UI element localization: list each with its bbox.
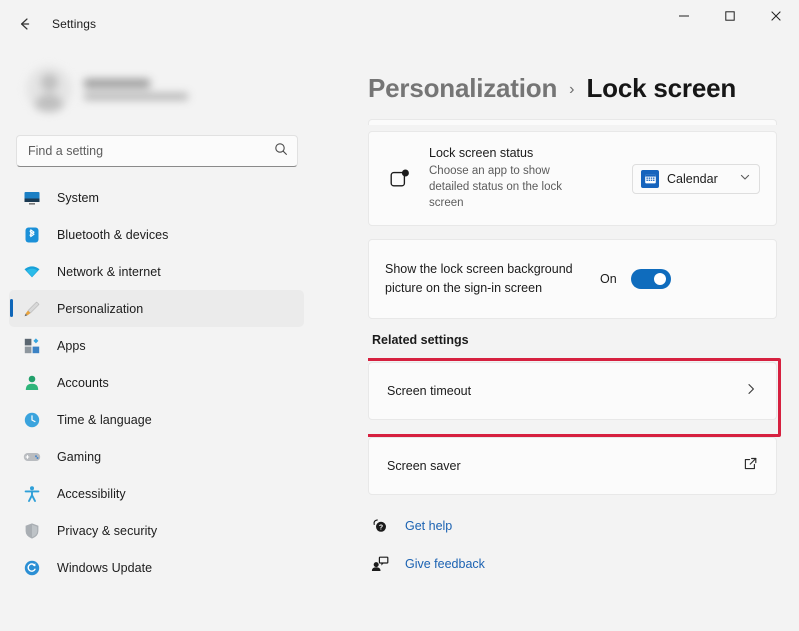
lock-screen-status-title: Lock screen status (429, 146, 624, 160)
back-arrow-icon (17, 16, 33, 32)
get-help-link[interactable]: ? Get help (368, 511, 775, 541)
sidebar-item-privacy-security[interactable]: Privacy & security (9, 512, 304, 549)
profile-text (84, 79, 188, 100)
sidebar-item-time-language[interactable]: Time & language (9, 401, 304, 438)
sidebar-item-label: Privacy & security (57, 524, 157, 538)
screen-saver-row[interactable]: Screen saver (368, 437, 777, 495)
screen-timeout-row[interactable]: Screen timeout (368, 362, 777, 420)
sidebar-nav: System Bluetooth & devices (0, 179, 320, 586)
minimize-icon (678, 10, 690, 22)
user-profile[interactable] (0, 47, 320, 121)
window-controls (661, 0, 799, 47)
lock-screen-status-text: Lock screen status Choose an app to show… (429, 146, 632, 211)
breadcrumb-separator-icon: › (569, 81, 574, 99)
clock-icon (22, 410, 42, 430)
partial-card-above (368, 119, 777, 125)
sidebar-item-label: Windows Update (57, 561, 152, 575)
settings-scroll-area[interactable]: Lock screen status Choose an app to show… (368, 119, 785, 624)
sidebar-item-gaming[interactable]: Gaming (9, 438, 304, 475)
profile-account-redacted (84, 93, 188, 100)
background-picture-toggle[interactable] (631, 269, 671, 289)
sidebar-item-label: Gaming (57, 450, 101, 464)
screen-timeout-highlight-wrapper: Screen timeout (368, 358, 775, 424)
search-box[interactable] (16, 135, 298, 167)
avatar (26, 66, 72, 112)
lock-screen-status-description: Choose an app to show detailed status on… (429, 163, 579, 211)
breadcrumb: Personalization › Lock screen (368, 47, 785, 119)
apps-grid-icon (22, 336, 42, 356)
lock-screen-status-row[interactable]: Lock screen status Choose an app to show… (369, 132, 776, 225)
sidebar-item-windows-update[interactable]: Windows Update (9, 549, 304, 586)
sidebar-item-label: Network & internet (57, 265, 161, 279)
sidebar-item-personalization[interactable]: Personalization (9, 290, 304, 327)
sidebar-item-label: Accessibility (57, 487, 126, 501)
get-help-icon: ? (370, 516, 390, 536)
person-icon (22, 373, 42, 393)
get-help-label: Get help (405, 519, 452, 533)
sidebar-item-network-internet[interactable]: Network & internet (9, 253, 304, 290)
sidebar-item-label: System (57, 191, 99, 205)
search-input[interactable] (28, 144, 274, 158)
svg-text:?: ? (379, 525, 383, 532)
minimize-button[interactable] (661, 0, 707, 32)
sidebar-item-label: Bluetooth & devices (57, 228, 168, 242)
background-picture-row[interactable]: Show the lock screen background picture … (369, 240, 776, 318)
chevron-down-icon (739, 170, 751, 188)
wifi-icon (22, 262, 42, 282)
background-picture-state-label: On (600, 272, 617, 286)
bluetooth-icon (22, 225, 42, 245)
toggle-knob (654, 273, 666, 285)
sidebar: System Bluetooth & devices (0, 47, 320, 631)
app-title: Settings (52, 17, 96, 31)
content-pane: Personalization › Lock screen (320, 47, 799, 631)
sidebar-item-system[interactable]: System (9, 179, 304, 216)
background-picture-card: Show the lock screen background picture … (368, 239, 777, 319)
sidebar-item-label: Accounts (57, 376, 109, 390)
back-button[interactable] (8, 9, 42, 39)
lock-screen-status-icon (385, 167, 415, 191)
calendar-app-icon (641, 170, 659, 188)
sidebar-item-accessibility[interactable]: Accessibility (9, 475, 304, 512)
lock-screen-status-dropdown-value: Calendar (667, 172, 731, 186)
sidebar-item-label: Personalization (57, 302, 143, 316)
close-button[interactable] (753, 0, 799, 32)
monitor-icon (22, 188, 42, 208)
sidebar-item-apps[interactable]: Apps (9, 327, 304, 364)
settings-window: Settings (0, 0, 799, 631)
paintbrush-icon (22, 299, 42, 319)
help-links: ? Get help (368, 511, 775, 579)
profile-name-redacted (84, 79, 150, 88)
search-icon (274, 142, 288, 161)
screen-saver-label: Screen saver (387, 459, 743, 473)
sidebar-item-accounts[interactable]: Accounts (9, 364, 304, 401)
external-link-icon (743, 456, 758, 476)
shield-icon (22, 521, 42, 541)
sidebar-item-label: Apps (57, 339, 86, 353)
sidebar-item-bluetooth-devices[interactable]: Bluetooth & devices (9, 216, 304, 253)
spacer (368, 424, 775, 437)
gamepad-icon (22, 447, 42, 467)
give-feedback-icon (370, 554, 390, 574)
lock-screen-status-card: Lock screen status Choose an app to show… (368, 131, 777, 226)
page-title: Lock screen (587, 73, 737, 104)
chevron-right-icon (744, 382, 758, 401)
window-body: System Bluetooth & devices (0, 47, 799, 631)
breadcrumb-parent-link[interactable]: Personalization (368, 73, 557, 104)
give-feedback-label: Give feedback (405, 557, 485, 571)
accessibility-icon (22, 484, 42, 504)
title-bar: Settings (0, 0, 799, 47)
update-refresh-icon (22, 558, 42, 578)
lock-screen-status-dropdown[interactable]: Calendar (632, 164, 760, 194)
related-settings-heading: Related settings (372, 333, 775, 347)
give-feedback-link[interactable]: Give feedback (368, 549, 775, 579)
maximize-button[interactable] (707, 0, 753, 32)
screen-timeout-label: Screen timeout (387, 384, 744, 398)
close-icon (770, 10, 782, 22)
maximize-icon (724, 10, 736, 22)
sidebar-item-label: Time & language (57, 413, 152, 427)
background-picture-label: Show the lock screen background picture … (385, 260, 600, 298)
